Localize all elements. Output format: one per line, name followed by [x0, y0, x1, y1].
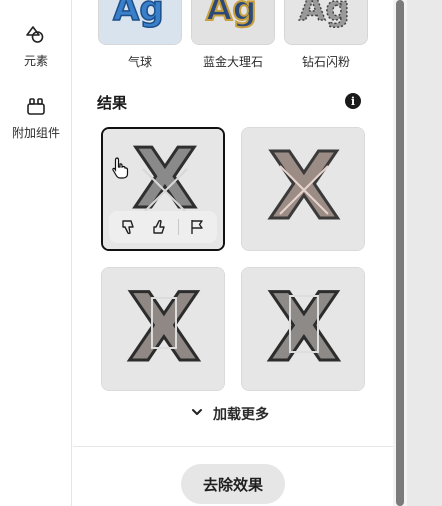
style-card-diamond-glitter[interactable]: Ag 钻石闪粉 [284, 0, 368, 70]
result-tile-3[interactable]: X [101, 267, 225, 391]
style-thumb-text: Ag [113, 0, 164, 29]
rail-item-label: 元素 [23, 54, 48, 68]
shapes-icon [25, 24, 47, 46]
left-rail: 元素 附加组件 [0, 0, 72, 506]
style-card-blue-gold-marble[interactable]: Ag 蓝金大理石 [191, 0, 275, 70]
feedback-divider [178, 219, 180, 235]
addons-icon [25, 96, 47, 118]
scrollbar-thumb[interactable] [396, 0, 404, 506]
feedback-bar [109, 211, 217, 243]
style-thumbnail: Ag [284, 0, 368, 45]
result-image: X [102, 268, 224, 390]
style-label: 气球 [127, 55, 152, 69]
style-card-balloon[interactable]: Ag 气球 [98, 0, 182, 70]
style-label: 蓝金大理石 [202, 55, 263, 69]
info-icon[interactable]: i [345, 93, 361, 109]
thumbs-up-icon[interactable] [147, 214, 173, 240]
result-image: X [242, 128, 364, 250]
rail-item-elements[interactable]: 元素 [0, 24, 72, 69]
result-tile-1[interactable]: X [101, 127, 225, 251]
thumbs-down-icon[interactable] [116, 214, 142, 240]
result-tile-4[interactable]: X [241, 267, 365, 391]
load-more-label: 加载更多 [213, 407, 269, 423]
result-glyph: X [269, 133, 340, 240]
remove-effect-button[interactable]: 去除效果 [181, 464, 285, 504]
flag-icon[interactable] [184, 214, 210, 240]
effects-panel: Ag 气球 Ag 蓝金大理石 Ag 钻石闪粉 结果 i X X X X 加载更多… [73, 0, 393, 506]
canvas-edge [407, 0, 442, 506]
result-image: X [242, 268, 364, 390]
result-tile-2[interactable]: X [241, 127, 365, 251]
panel-divider [73, 446, 393, 447]
style-label: 钻石闪粉 [301, 55, 350, 69]
chevron-down-icon [191, 406, 203, 422]
rail-item-addons[interactable]: 附加组件 [0, 96, 72, 141]
results-title: 结果 [97, 94, 128, 112]
hand-cursor-icon [111, 157, 129, 183]
rail-item-label: 附加组件 [11, 126, 60, 140]
result-glyph: X [268, 274, 340, 383]
load-more-button[interactable]: 加载更多 [191, 404, 269, 424]
result-glyph: X [128, 274, 200, 383]
style-thumbnail: Ag [98, 0, 182, 45]
style-thumbnail: Ag [191, 0, 275, 45]
style-thumb-text: Ag [299, 0, 350, 29]
style-thumb-text: Ag [206, 0, 257, 29]
app-frame: 元素 附加组件 Ag 气球 Ag 蓝金大理石 Ag 钻石闪粉 结果 i X X … [0, 0, 442, 506]
